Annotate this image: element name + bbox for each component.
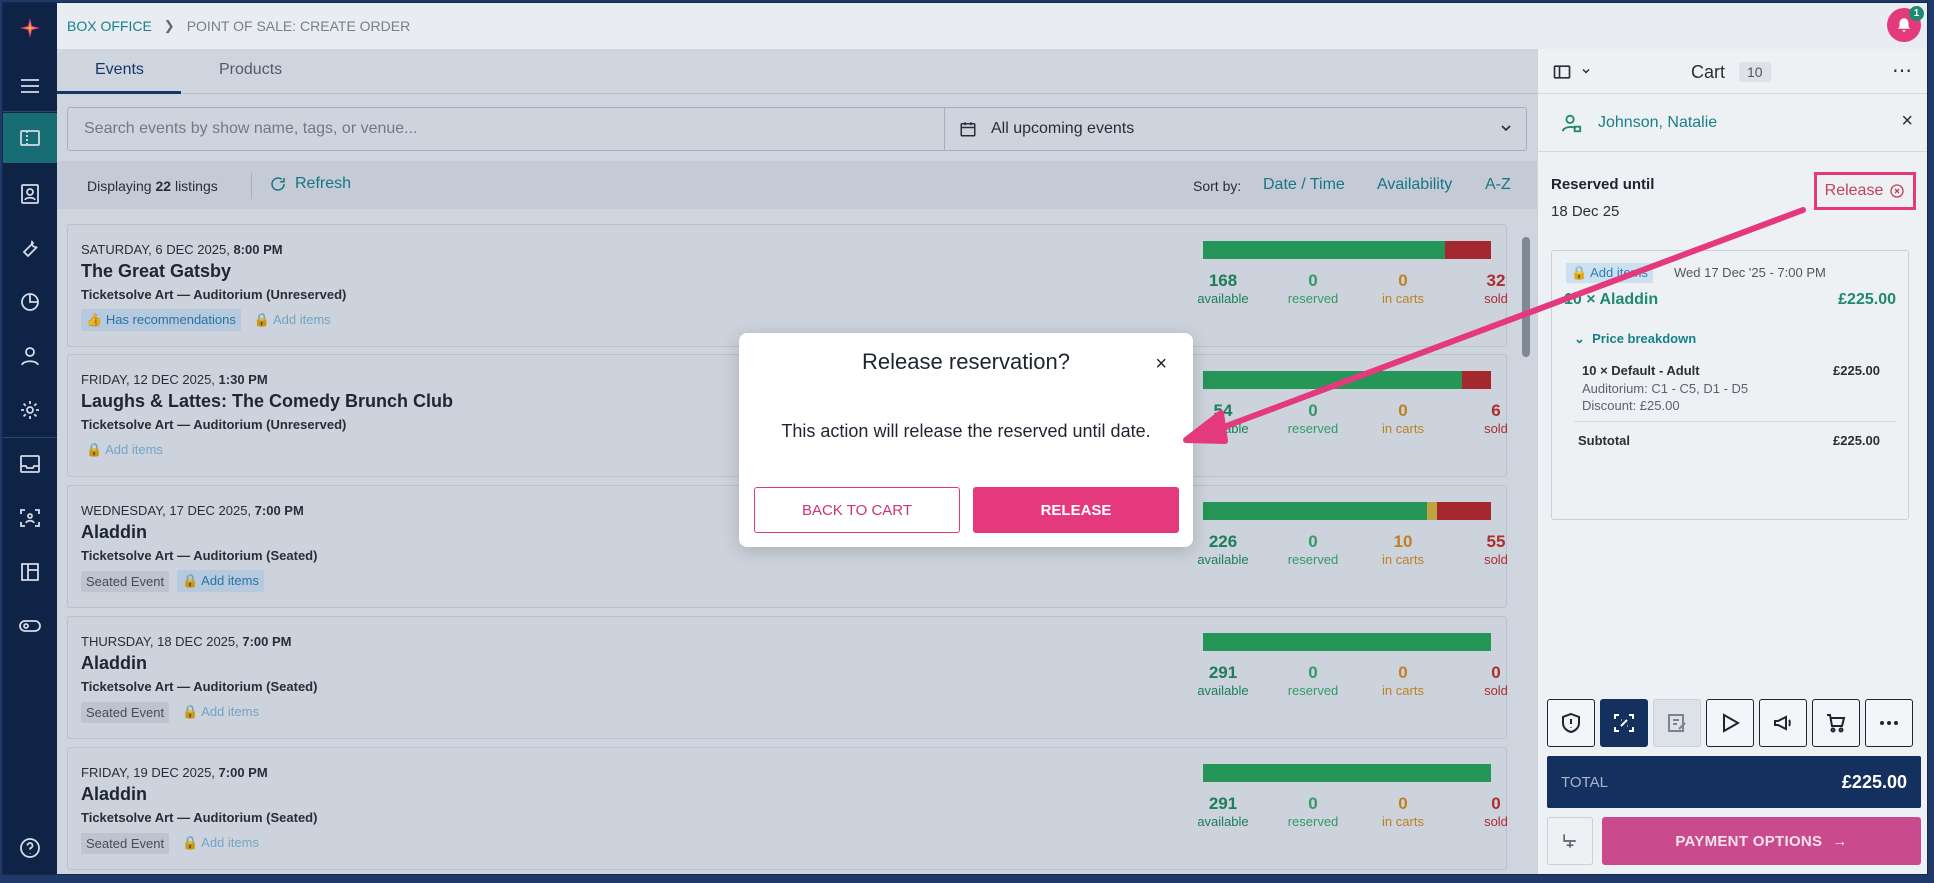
cart-item-box: 🔒 Add items Wed 17 Dec '25 - 7:00 PM 10 … [1551, 250, 1909, 520]
play-send-icon [1723, 713, 1741, 733]
payment-row: PAYMENT OPTIONS → [1547, 817, 1921, 865]
back-to-cart-button[interactable]: BACK TO CART [754, 487, 960, 533]
reservation-section: Reserved until 18 Dec 25 Release [1538, 152, 1927, 230]
dialog-message: This action will release the reserved un… [781, 421, 1151, 441]
notes-button[interactable] [1653, 699, 1701, 747]
release-reservation-link[interactable]: Release [1814, 172, 1916, 210]
arrow-right-icon: → [1832, 832, 1848, 850]
top-bar: BOX OFFICE ❯ POINT OF SALE: CREATE ORDER… [57, 3, 1927, 49]
close-circle-icon [1890, 184, 1905, 198]
notifications-button[interactable]: 1 [1887, 6, 1924, 42]
discount-button[interactable] [1600, 699, 1648, 747]
breakdown-seats: Auditorium: C1 - C5, D1 - D5 [1582, 381, 1749, 396]
cart-event-date: Wed 17 Dec '25 - 7:00 PM [1674, 265, 1826, 280]
cart-title: Cart [1691, 62, 1726, 82]
nav-help[interactable] [3, 823, 57, 873]
left-nav-rail [3, 3, 57, 874]
logo-icon [20, 18, 40, 38]
nav-tools[interactable] [3, 223, 57, 273]
cart-count-badge: 10 [1739, 62, 1771, 82]
add-items-tag[interactable]: 🔒 Add items [1566, 263, 1653, 283]
shopping-cart-icon [1827, 714, 1846, 733]
total-bar: TOTAL £225.00 [1547, 756, 1921, 808]
reserved-until-date: 18 Dec 25 [1551, 203, 1620, 220]
ticket-icon [20, 130, 40, 146]
breakdown-item: 10 × Default - Adult [1582, 363, 1700, 378]
cart-line-item[interactable]: 10 × Aladdin [1564, 291, 1658, 309]
breadcrumb-current: POINT OF SALE: CREATE ORDER [186, 18, 411, 34]
remove-customer-close-icon[interactable]: × [1901, 110, 1913, 133]
split-icon [1563, 834, 1576, 848]
cart-panel: Cart 10 ⋯ Johnson, Natalie × Reserved un… [1537, 49, 1927, 874]
nav-toggle[interactable] [3, 601, 57, 651]
price-breakdown-toggle[interactable]: ⌄ Price breakdown [1574, 331, 1696, 347]
release-reservation-dialog: Release reservation? × This action will … [739, 333, 1193, 547]
release-button[interactable]: RELEASE [973, 487, 1179, 533]
face-scan-icon [20, 509, 40, 527]
more-icon [1880, 721, 1898, 725]
notification-count-badge: 1 [1909, 6, 1924, 21]
total-value: £225.00 [1841, 772, 1907, 792]
announce-button[interactable] [1759, 699, 1807, 747]
nav-settings[interactable] [3, 385, 57, 435]
customer-row: Johnson, Natalie × [1538, 94, 1927, 152]
pie-chart-icon [21, 293, 39, 311]
help-icon [20, 838, 40, 858]
nav-contacts[interactable] [3, 169, 57, 219]
protection-button[interactable] [1547, 699, 1595, 747]
breakdown-discount: Discount: £25.00 [1582, 398, 1680, 413]
nav-layouts[interactable] [3, 547, 57, 597]
more-actions-button[interactable] [1865, 699, 1913, 747]
wrench-icon [22, 240, 38, 258]
nav-scanner[interactable] [3, 493, 57, 543]
subtotal-value: £225.00 [1833, 433, 1880, 448]
layout-icon [21, 563, 39, 581]
nav-reports[interactable] [3, 277, 57, 327]
discount-scan-icon [1614, 714, 1634, 732]
user-icon [21, 347, 39, 366]
contact-card-icon [21, 184, 39, 204]
dialog-title: Release reservation? [862, 349, 1070, 374]
customer-name[interactable]: Johnson, Natalie [1598, 114, 1717, 132]
nav-box-office[interactable] [3, 113, 57, 163]
split-payment-button[interactable] [1547, 817, 1593, 865]
nav-inbox[interactable] [3, 439, 57, 489]
chevron-down-icon[interactable] [1580, 65, 1592, 77]
dialog-close-icon[interactable]: × [1155, 353, 1167, 376]
app-window: BOX OFFICE ❯ POINT OF SALE: CREATE ORDER… [2, 2, 1928, 875]
breadcrumb: BOX OFFICE ❯ POINT OF SALE: CREATE ORDER [67, 18, 410, 34]
gear-icon [21, 401, 39, 419]
inbox-icon [20, 455, 40, 473]
cart-button[interactable] [1812, 699, 1860, 747]
nav-users[interactable] [3, 331, 57, 381]
subtotal-label: Subtotal [1578, 433, 1630, 448]
send-button[interactable] [1706, 699, 1754, 747]
chevron-down-icon: ⌄ [1574, 331, 1585, 346]
menu-icon[interactable] [3, 61, 57, 111]
toggle-icon [19, 620, 41, 632]
breakdown-item-price: £225.00 [1833, 363, 1880, 378]
shield-alert-icon [1562, 712, 1580, 734]
reserved-until-label: Reserved until [1551, 176, 1655, 193]
cart-action-row [1547, 699, 1923, 747]
more-icon[interactable]: ⋯ [1892, 58, 1913, 83]
brand-logo[interactable] [3, 3, 57, 53]
payment-options-button[interactable]: PAYMENT OPTIONS → [1602, 817, 1921, 865]
breadcrumb-separator-icon: ❯ [163, 18, 175, 33]
cart-header: Cart 10 ⋯ [1538, 49, 1927, 94]
edit-note-icon [1668, 714, 1686, 732]
ticket-type-icon[interactable] [1552, 62, 1572, 82]
megaphone-icon [1774, 715, 1791, 731]
cart-line-price: £225.00 [1838, 291, 1896, 308]
breadcrumb-box-office[interactable]: BOX OFFICE [67, 18, 152, 34]
customer-icon [1561, 114, 1582, 133]
total-label: TOTAL [1561, 774, 1608, 791]
